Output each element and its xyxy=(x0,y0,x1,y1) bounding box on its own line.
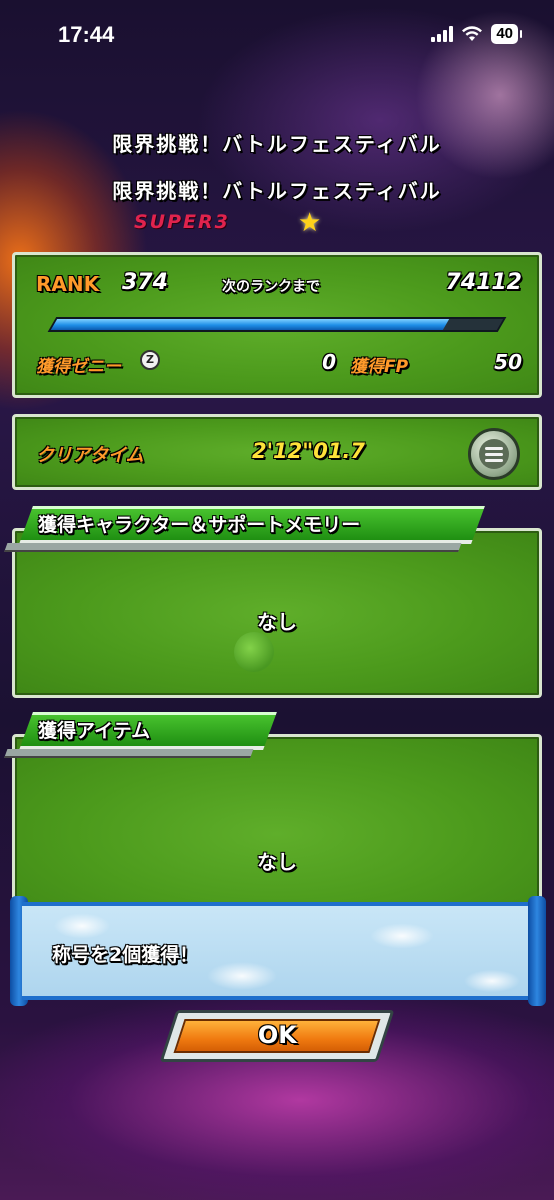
ok-button-label: OK xyxy=(257,1021,297,1049)
fp-label: 獲得FP xyxy=(350,357,409,377)
rank-value: 374 xyxy=(122,270,168,295)
fp-value: 50 xyxy=(494,350,522,374)
characters-header: 獲得キャラクター＆サポートメモリー xyxy=(38,514,361,536)
next-rank-label: 次のランクまで xyxy=(222,279,320,295)
scroll-right-roller xyxy=(528,896,546,1006)
characters-empty-text: なし xyxy=(257,610,297,634)
wifi-icon xyxy=(462,26,483,41)
items-header: 獲得アイテム xyxy=(38,720,151,742)
clear-time-value: 2'12"01.7 xyxy=(252,439,366,463)
status-time: 17:44 xyxy=(58,22,115,47)
status-bar-right: 40 xyxy=(431,24,522,44)
clear-time-label: クリアタイム xyxy=(36,445,144,466)
zeni-value: 0 xyxy=(322,350,336,374)
next-rank-value: 74112 xyxy=(445,270,522,295)
rank-progress-fill xyxy=(50,319,450,330)
list-icon xyxy=(479,439,509,469)
star-icon: ★ xyxy=(298,208,322,238)
message-text: 称号を2個獲得！ xyxy=(52,944,199,966)
zeni-label: 獲得ゼニー xyxy=(36,357,121,377)
cellular-signal-icon xyxy=(431,26,454,42)
difficulty-label: SUPER3 xyxy=(134,211,230,233)
rank-label: RANK xyxy=(36,272,100,296)
zeni-coin-icon: Z xyxy=(140,350,160,370)
battery-indicator: 40 xyxy=(491,24,522,44)
dragon-ball-watermark xyxy=(234,632,274,672)
rank-progress-bar xyxy=(47,317,507,332)
ok-button[interactable]: OK xyxy=(159,1010,395,1062)
clear-details-button[interactable] xyxy=(468,428,520,480)
stage-title: 限界挑戦！バトルフェスティバル xyxy=(112,179,442,203)
items-empty-text: なし xyxy=(257,850,297,874)
event-title: 限界挑戦！バトルフェスティバル xyxy=(112,132,442,156)
